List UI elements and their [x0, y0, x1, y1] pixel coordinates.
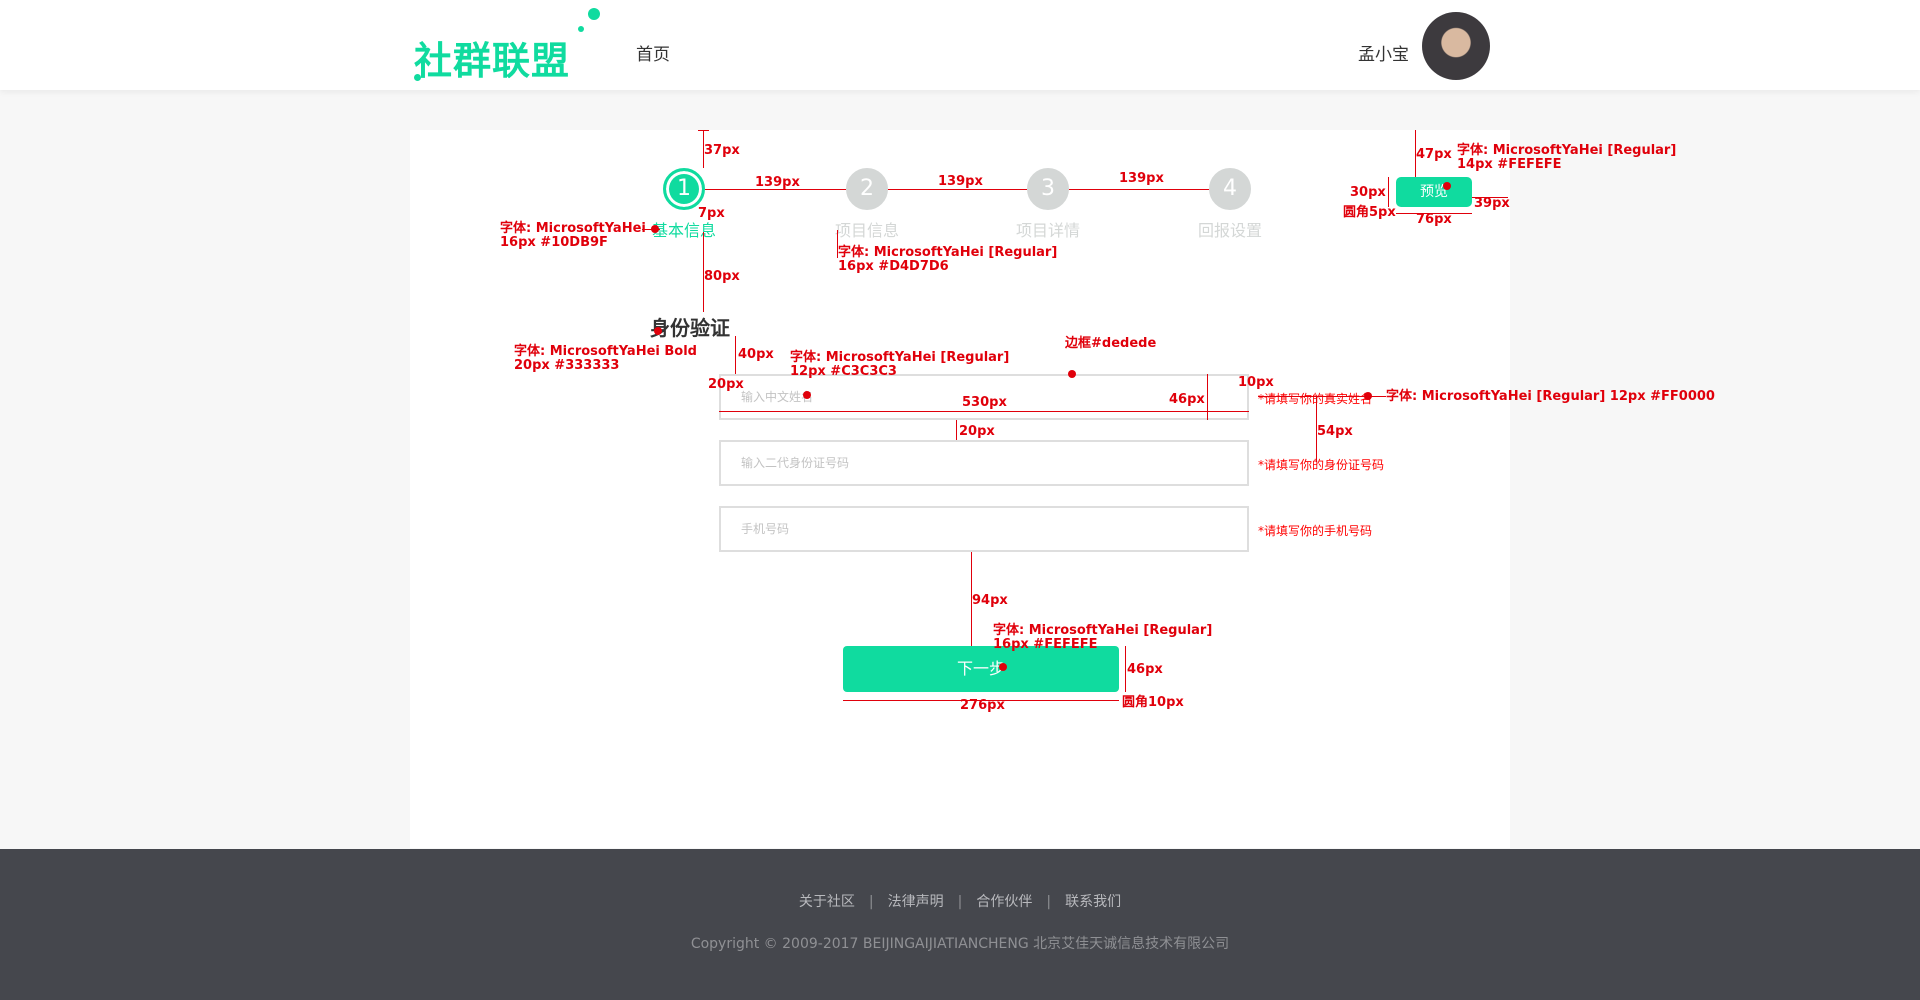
annotation-line: [1207, 374, 1208, 420]
annotation-label: 字体: MicrosoftYaHei: [500, 221, 646, 236]
footer-link-contact[interactable]: 联系我们: [1065, 894, 1121, 910]
annotation-label: 76px: [1416, 212, 1452, 227]
annotation-label: 20px #333333: [514, 358, 620, 373]
step-1-circle[interactable]: 1: [663, 168, 705, 210]
annotation-label: 39px: [1474, 196, 1510, 211]
annotation-line: [1388, 177, 1389, 207]
annotation-label: 16px #FEFEFE: [993, 637, 1098, 652]
id-number-hint: *请填写你的身份证号码: [1258, 458, 1385, 472]
annotation-dot: [1443, 182, 1451, 190]
annotation-label: 80px: [704, 269, 740, 284]
annotation-label: 20px: [959, 424, 995, 439]
annotation-line: [1125, 646, 1126, 692]
annotation-label: 16px #D4D7D6: [838, 259, 949, 274]
step-2-number: 2: [860, 176, 874, 201]
annotation-line: [1069, 189, 1209, 190]
step-3-circle[interactable]: 3: [1027, 168, 1069, 210]
annotation-label: 字体: MicrosoftYaHei [Regular]: [993, 623, 1213, 638]
preview-button[interactable]: 预览: [1396, 177, 1472, 207]
annotation-label: 边框#dedede: [1065, 336, 1157, 351]
annotation-label: 字体: MicrosoftYaHei [Regular]: [1457, 143, 1677, 158]
annotation-dot: [999, 663, 1007, 671]
user-avatar[interactable]: [1422, 12, 1490, 80]
site-logo[interactable]: 社群联盟: [414, 8, 600, 83]
username[interactable]: 孟小宝: [1358, 40, 1409, 65]
next-step-button[interactable]: 下一步: [843, 646, 1119, 692]
annotation-label: 94px: [972, 593, 1008, 608]
annotation-label: 139px: [755, 175, 800, 190]
annotation-line: [719, 411, 1249, 412]
annotation-label: 139px: [938, 174, 983, 189]
annotation-line: [735, 336, 736, 374]
footer-separator: |: [1046, 894, 1052, 910]
footer-link-legal[interactable]: 法律声明: [888, 894, 944, 910]
annotation-label: 47px: [1416, 147, 1452, 162]
annotation-label: 10px: [1238, 375, 1274, 390]
annotation-label: 16px #10DB9F: [500, 235, 608, 250]
annotation-label: 字体: MicrosoftYaHei [Regular] 12px #FF000…: [1386, 389, 1715, 404]
step-4-circle[interactable]: 4: [1209, 168, 1251, 210]
phone-hint: *请填写你的手机号码: [1258, 524, 1373, 538]
annotation-label: 20px: [708, 377, 744, 392]
annotation-label: 40px: [738, 347, 774, 362]
annotation-label: 530px: [962, 395, 1007, 410]
annotation-dot: [1364, 392, 1372, 400]
logo-text: 社群联盟: [414, 39, 571, 83]
annotation-label: 37px: [704, 143, 740, 158]
annotation-label: 14px #FEFEFE: [1457, 157, 1562, 172]
annotation-line: [956, 420, 957, 440]
annotation-dot: [654, 327, 662, 335]
footer-link-partners[interactable]: 合作伙伴: [976, 894, 1032, 910]
annotation-label: 54px: [1317, 424, 1353, 439]
annotation-label: 圆角10px: [1122, 695, 1184, 710]
annotation-label: 字体: MicrosoftYaHei [Regular]: [790, 350, 1010, 365]
annotation-dot: [1068, 370, 1076, 378]
name-hint: *请填写你的真实姓名: [1258, 392, 1373, 406]
annotation-label: 139px: [1119, 171, 1164, 186]
annotation-label: 30px: [1350, 185, 1386, 200]
annotation-dot: [803, 391, 811, 399]
annotation-label: 46px: [1169, 392, 1205, 407]
annotation-label: 字体: MicrosoftYaHei Bold: [514, 344, 697, 359]
step-3-label: 项目详情: [1015, 221, 1080, 240]
annotation-line: [888, 189, 1027, 190]
logo-dot-decoration: [414, 74, 421, 81]
logo-dot-decoration: [578, 26, 584, 32]
footer-separator: |: [957, 894, 963, 910]
footer-link-about[interactable]: 关于社区: [799, 894, 855, 910]
step-2-circle[interactable]: 2: [846, 168, 888, 210]
id-number-input[interactable]: 输入二代身份证号码: [719, 440, 1249, 486]
site-footer: 关于社区 | 法律声明 | 合作伙伴 | 联系我们 Copyright © 2009-201…: [0, 849, 1920, 1000]
step-4-label: 回报设置: [1197, 221, 1262, 240]
annotation-label: 46px: [1127, 662, 1163, 677]
step-1-number: 1: [677, 176, 691, 201]
copyright-text: Copyright © 2009-2017 BEIJINGAIJIATIANCH…: [690, 936, 1230, 952]
annotation-dot: [651, 225, 659, 233]
site-header: 社群联盟 首页 孟小宝: [0, 0, 1920, 90]
phone-input[interactable]: 手机号码: [719, 506, 1249, 552]
annotation-label: 12px #C3C3C3: [790, 364, 897, 379]
annotation-label: 字体: MicrosoftYaHei [Regular]: [838, 245, 1058, 260]
nav-home-link[interactable]: 首页: [636, 40, 670, 65]
annotation-line: [698, 130, 709, 131]
footer-separator: |: [868, 894, 874, 910]
step-2-label: 项目信息: [834, 221, 899, 240]
logo-dot-decoration: [588, 8, 600, 20]
step-3-number: 3: [1041, 176, 1055, 201]
section-title: 身份验证: [650, 316, 730, 340]
step-4-number: 4: [1223, 176, 1237, 201]
footer-links: 关于社区 | 法律声明 | 合作伙伴 | 联系我们: [0, 891, 1920, 911]
annotation-label: 276px: [960, 698, 1005, 713]
annotation-label: 7px: [698, 206, 725, 221]
annotation-label: 圆角5px: [1343, 205, 1396, 220]
